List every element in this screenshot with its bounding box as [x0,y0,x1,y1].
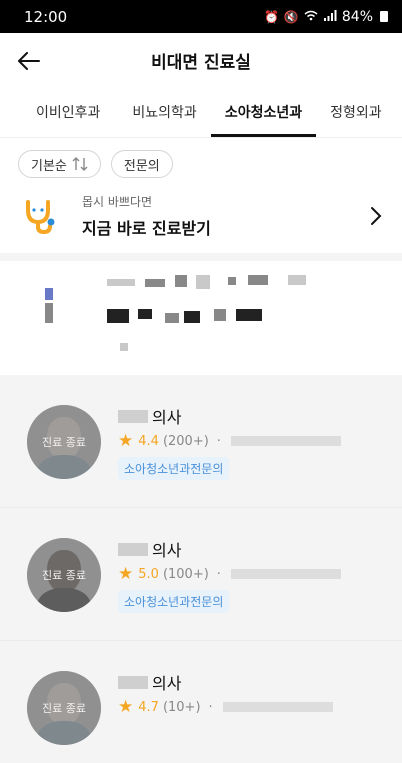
stethoscope-icon [26,199,55,234]
rating-score: 4.4 [138,433,159,449]
doctor-info: 의사 ★ 4.7 (10+) · [118,671,333,763]
pixel-block [145,279,165,287]
pixel-block [138,309,152,319]
redacted-text [222,702,333,712]
app-header: 비대면 진료실 [0,33,402,88]
specialist-filter-chip[interactable]: 전문의 [110,150,173,178]
quick-consult-sub: 몹시 바쁘다면 [82,194,153,209]
star-icon: ★ [118,564,134,584]
specialty-badge: 소아청소년과전문의 [118,457,230,480]
review-count: (10+) [162,699,201,715]
back-button[interactable] [14,46,44,76]
doctor-title: 의사 [152,541,182,560]
pixel-block [248,275,268,285]
doctor-name: 의사 [118,405,341,427]
department-tabs: 이비인후과 비뇨의학과 소아청소년과 정형외과 [0,88,402,138]
name-redacted [118,409,148,423]
tab-pediatrics[interactable]: 소아청소년과 [210,88,317,137]
page-title: 비대면 진료실 [151,53,251,73]
battery-percent: 84% [341,8,373,25]
pixel-block [288,275,306,285]
doctor-card[interactable]: 진료 종료 의사 ★ 4.4 (200+) · 소아청소년과전문의 [0,375,402,508]
quick-consult-main: 지금 바로 진료받기 [82,218,211,238]
pixel-block [107,309,129,323]
pixel-block [196,275,210,289]
separator-dot: · [216,433,221,449]
doctor-avatar: 진료 종료 [27,405,101,479]
pixel-block [107,279,135,286]
alarm-icon: ⏰ [263,9,279,24]
quick-consult-row[interactable]: 몹시 바쁘다면 지금 바로 진료받기 [0,178,402,253]
wifi-icon [304,10,318,24]
redacted-text [230,436,341,446]
chevron-right-icon [371,206,382,225]
review-count: (200+) [162,433,209,449]
redacted-text [230,569,341,579]
specialist-label: 전문의 [123,158,160,174]
doctor-avatar: 진료 종료 [27,538,101,612]
pixel-block [184,311,200,323]
consult-status: 진료 종료 [27,405,101,479]
rating-score: 5.0 [138,566,159,582]
tab-orthopedics[interactable]: 정형외과 [316,88,396,137]
separator-dot: · [216,566,221,582]
status-bar: 12:00 ⏰ 🔇 84% [0,0,402,33]
pixel-block [175,275,187,287]
doctor-card[interactable]: 진료 종료 의사 ★ 5.0 (100+) · 소아청소년과전문의 [0,508,402,641]
pixel-block [165,313,179,323]
doctor-list: 진료 종료 의사 ★ 4.4 (200+) · 소아청소년과전문의 진료 종료 [0,375,402,763]
doctor-rating: ★ 4.4 (200+) · [118,431,341,451]
status-time: 12:00 [24,7,68,26]
doctor-name: 의사 [118,538,341,560]
separator-dot: · [208,699,213,715]
doctor-title: 의사 [152,408,182,427]
doctor-name: 의사 [118,671,333,693]
doctor-rating: ★ 4.7 (10+) · [118,697,333,717]
doctor-card[interactable]: 진료 종료 의사 ★ 4.7 (10+) · [0,641,402,763]
mute-icon: 🔇 [283,9,299,24]
pixel-block [120,343,128,351]
sort-icon [72,157,88,171]
quick-consult-texts: 몹시 바쁘다면 지금 바로 진료받기 [82,193,370,239]
consult-status: 진료 종료 [27,538,101,612]
promo-banner[interactable] [0,253,402,363]
consult-status: 진료 종료 [27,671,101,745]
doctor-info: 의사 ★ 4.4 (200+) · 소아청소년과전문의 [118,405,341,507]
status-icons: ⏰ 🔇 84% [264,9,388,25]
rating-score: 4.7 [138,699,159,715]
doctor-rating: ★ 5.0 (100+) · [118,564,341,584]
pixel-block [228,277,236,285]
review-count: (100+) [162,566,209,582]
sort-label: 기본순 [31,158,67,174]
pixel-block [45,303,53,323]
name-redacted [118,675,148,689]
star-icon: ★ [118,431,134,451]
pixel-block [214,309,226,321]
sort-chip[interactable]: 기본순 [18,150,101,178]
arrow-left-icon [18,52,40,70]
name-redacted [118,542,148,556]
tab-ent[interactable]: 이비인후과 [0,88,118,137]
filter-bar: 기본순 전문의 [0,138,402,178]
pixel-block [45,288,53,300]
specialty-badge: 소아청소년과전문의 [118,590,230,613]
star-icon: ★ [118,697,134,717]
pixel-block [236,309,262,321]
tab-urology[interactable]: 비뇨의학과 [118,88,210,137]
doctor-title: 의사 [152,674,182,693]
battery-icon [380,11,388,22]
doctor-info: 의사 ★ 5.0 (100+) · 소아청소년과전문의 [118,538,341,640]
doctor-avatar: 진료 종료 [27,671,101,745]
signal-icon [323,9,337,24]
